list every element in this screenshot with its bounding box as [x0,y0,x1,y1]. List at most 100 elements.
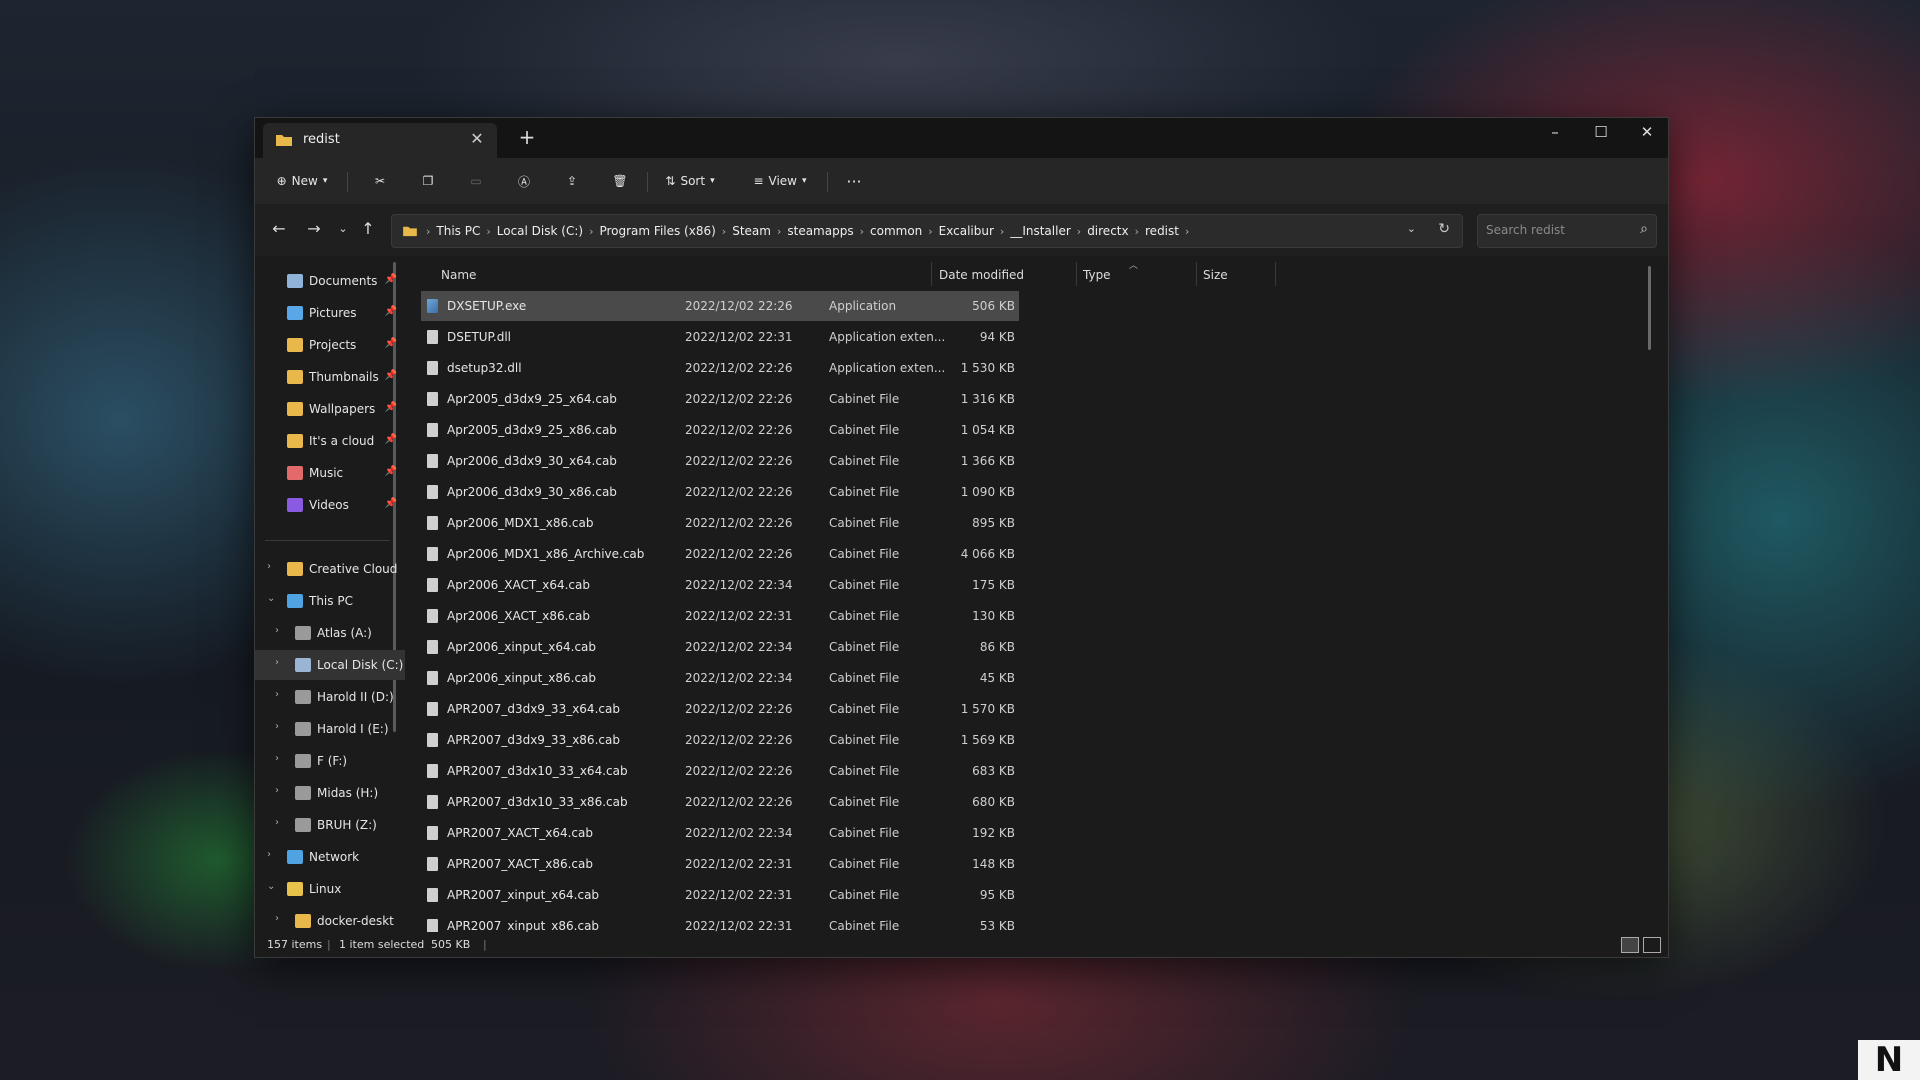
pin-icon[interactable]: 📌 [385,370,397,381]
minimize-button[interactable]: – [1532,118,1578,150]
file-row[interactable]: APR2007_XACT_x86.cab 2022/12/02 22:31 Cabi… [421,849,1019,879]
file-row[interactable]: APR2007_d3dx10_33_x86.cab 2022/12/02 22:2… [421,787,1019,817]
expander-icon[interactable]: › [275,753,279,764]
pin-icon[interactable]: 📌 [385,306,397,317]
tab-redist[interactable]: redist ✕ [263,123,497,158]
nav-tree-item[interactable]: ⌄ Linux [255,874,405,904]
column-date-modified[interactable]: Date modified [939,268,1024,282]
nav-quick-access-item[interactable]: Videos 📌 [255,490,405,520]
new-button[interactable]: ⊕ New ▾ [269,166,335,196]
nav-quick-access-item[interactable]: Wallpapers 📌 [255,394,405,424]
column-divider[interactable] [1076,262,1077,286]
more-options-button[interactable]: ··· [839,166,869,196]
nav-tree-item[interactable]: › docker-deskt [255,906,405,932]
expander-icon[interactable]: › [267,849,271,860]
file-row[interactable]: Apr2005_d3dx9_25_x86.cab 2022/12/02 22:26… [421,415,1019,445]
nav-tree-item[interactable]: ⌄ This PC [255,586,405,616]
recent-locations-chevron-icon[interactable]: ⌄ [331,218,355,242]
breadcrumb-separator-icon[interactable]: › [1185,225,1189,238]
breadcrumb-item[interactable]: common [870,224,922,238]
expander-icon[interactable]: › [275,817,279,828]
view-button[interactable]: ≡ View ▾ [745,166,815,196]
refresh-icon[interactable]: ↻ [1438,221,1450,237]
column-type[interactable]: Type [1083,268,1111,282]
file-row[interactable]: DSETUP.dll 2022/12/02 22:31 Application ex… [421,322,1019,352]
file-row[interactable]: Apr2006_XACT_x86.cab 2022/12/02 22:31 Cabi… [421,601,1019,631]
address-bar[interactable]: › This PC › Local Disk (C:) › Program Files … [391,214,1463,248]
file-row[interactable]: Apr2006_xinput_x64.cab 2022/12/02 22:34 Ca… [421,632,1019,662]
copy-button[interactable]: ❐ [413,166,443,196]
column-size[interactable]: Size [1203,268,1228,282]
up-arrow-icon[interactable]: ↑ [356,218,380,242]
pin-icon[interactable]: 📌 [385,434,397,445]
breadcrumb-separator-icon[interactable]: › [928,225,932,238]
expander-icon[interactable]: › [275,785,279,796]
nav-quick-access-item[interactable]: Documents 📌 [255,266,405,296]
nav-tree-item[interactable]: › Harold II (D:) [255,682,405,712]
file-row[interactable]: Apr2006_xinput_x86.cab 2022/12/02 22:34 Ca… [421,663,1019,693]
expander-icon[interactable]: › [275,913,279,924]
nav-tree-item[interactable]: › Local Disk (C:) [255,650,405,680]
nav-tree-item[interactable]: › Network [255,842,405,872]
sort-button[interactable]: ⇅ Sort ▾ [657,166,723,196]
nav-tree-item[interactable]: › Atlas (A:) [255,618,405,648]
nav-quick-access-item[interactable]: Thumbnails 📌 [255,362,405,392]
share-button[interactable]: ⇪ [557,166,587,196]
navigation-pane[interactable]: Documents 📌 Pictures 📌 Projects 📌 Thumbnails 📌 W… [255,256,405,932]
breadcrumb-item[interactable]: redist [1145,224,1179,238]
cut-button[interactable]: ✂ [365,166,395,196]
maximize-button[interactable]: ☐ [1578,118,1624,150]
file-row[interactable]: APR2007_XACT_x64.cab 2022/12/02 22:34 Cabi… [421,818,1019,848]
column-name[interactable]: Name [441,268,476,282]
expander-icon[interactable]: ⌄ [267,881,275,892]
pin-icon[interactable]: 📌 [385,466,397,477]
address-history-chevron-icon[interactable]: ⌄ [1407,222,1416,235]
file-row[interactable]: Apr2006_MDX1_x86.cab 2022/12/02 22:26 Cabi… [421,508,1019,538]
nav-quick-access-item[interactable]: Projects 📌 [255,330,405,360]
delete-button[interactable]: 🗑 [605,166,635,196]
expander-icon[interactable]: › [275,721,279,732]
vertical-scrollbar[interactable] [1648,266,1651,350]
file-row[interactable]: APR2007_d3dx10_33_x64.cab 2022/12/02 22:2… [421,756,1019,786]
pin-icon[interactable]: 📌 [385,498,397,509]
breadcrumb-separator-icon[interactable]: › [589,225,593,238]
nav-tree-item[interactable]: › F (F:) [255,746,405,776]
file-list[interactable]: Name Date modified Type ︿ Size DXSETUP.e… [409,256,1659,932]
nav-quick-access-item[interactable]: Music 📌 [255,458,405,488]
breadcrumb-separator-icon[interactable]: › [1000,225,1004,238]
expander-icon[interactable]: › [275,625,279,636]
breadcrumb-item[interactable]: directx [1087,224,1128,238]
file-row[interactable]: Apr2006_MDX1_x86_Archive.cab 2022/12/02 2… [421,539,1019,569]
nav-quick-access-item[interactable]: Pictures 📌 [255,298,405,328]
nav-tree-item[interactable]: › Harold I (E:) [255,714,405,744]
file-row[interactable]: Apr2006_d3dx9_30_x86.cab 2022/12/02 22:26… [421,477,1019,507]
nav-tree-item[interactable]: › Creative Cloud [255,554,405,584]
details-view-icon[interactable] [1621,937,1639,953]
breadcrumb-item[interactable]: This PC [436,224,480,238]
breadcrumb-item[interactable]: __Installer [1010,224,1070,238]
paste-button[interactable]: ▭ [461,166,491,196]
expander-icon[interactable]: › [267,561,271,572]
breadcrumb-item[interactable]: Program Files (x86) [599,224,715,238]
rename-button[interactable]: Ⓐ [509,166,539,196]
file-row[interactable]: APR2007_xinput_x64.cab 2022/12/02 22:31 Ca… [421,880,1019,910]
breadcrumb-separator-icon[interactable]: › [486,225,490,238]
expander-icon[interactable]: ⌄ [267,593,275,604]
column-divider[interactable] [1196,262,1197,286]
breadcrumb-item[interactable]: Excalibur [939,224,994,238]
breadcrumb-separator-icon[interactable]: › [777,225,781,238]
expander-icon[interactable]: › [275,657,279,668]
title-bar[interactable]: redist ✕ + – ☐ ✕ [255,118,1668,158]
file-row[interactable]: Apr2005_d3dx9_25_x64.cab 2022/12/02 22:26… [421,384,1019,414]
pin-icon[interactable]: 📌 [385,274,397,285]
file-row[interactable]: APR2007_d3dx9_33_x86.cab 2022/12/02 22:26… [421,725,1019,755]
search-box[interactable]: Search redist ⌕ [1477,214,1657,248]
breadcrumb-separator-icon[interactable]: › [1135,225,1139,238]
breadcrumb-separator-icon[interactable]: › [1077,225,1081,238]
back-arrow-icon[interactable]: ← [267,218,291,242]
new-tab-button[interactable]: + [515,126,539,150]
large-icons-view-icon[interactable] [1643,937,1661,953]
file-row[interactable]: Apr2006_XACT_x64.cab 2022/12/02 22:34 Cabi… [421,570,1019,600]
expander-icon[interactable]: › [275,689,279,700]
file-row[interactable]: APR2007_d3dx9_33_x64.cab 2022/12/02 22:26… [421,694,1019,724]
